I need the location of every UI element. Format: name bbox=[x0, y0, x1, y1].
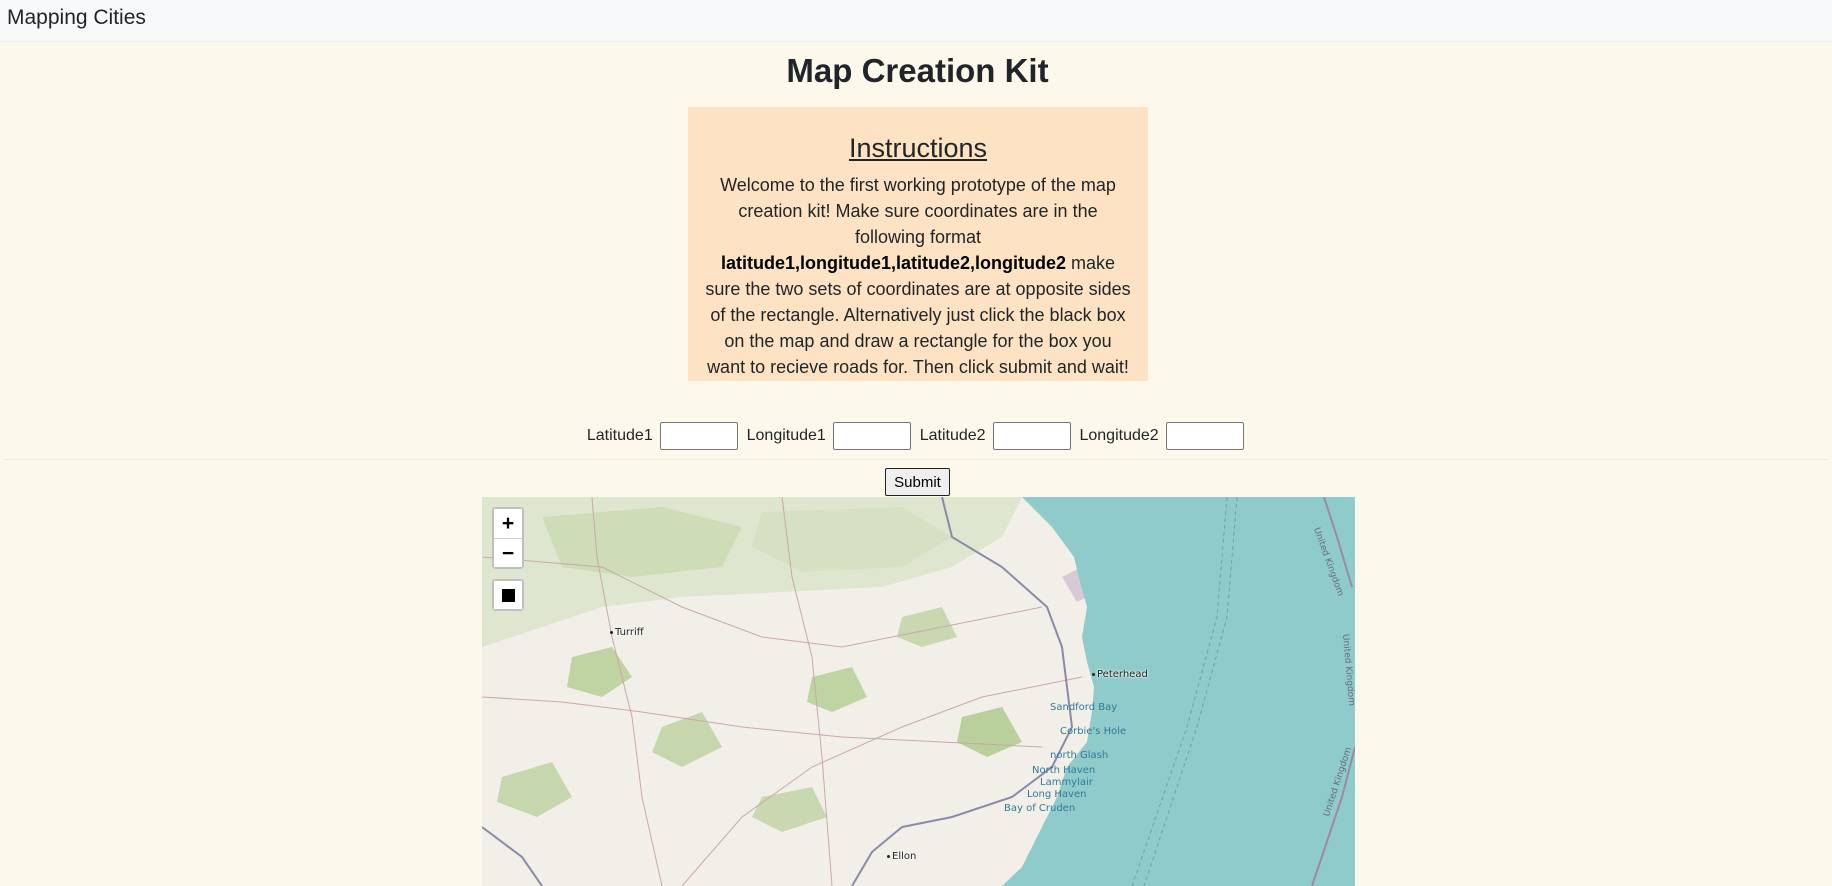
place-ellon: Ellon bbox=[887, 851, 916, 862]
latitude1-label: Latitude1 bbox=[586, 427, 653, 444]
draw-control bbox=[492, 579, 524, 611]
instructions-panel: Instructions Welcome to the first workin… bbox=[688, 107, 1148, 381]
latitude1-input[interactable] bbox=[660, 422, 739, 450]
zoom-control: + − bbox=[492, 507, 524, 569]
label-lammylair: Lammylair bbox=[1040, 777, 1093, 788]
place-turriff: Turriff bbox=[610, 627, 644, 638]
instructions-heading: Instructions bbox=[848, 133, 988, 163]
label-corbies-hole: Corbie's Hole bbox=[1060, 726, 1127, 737]
square-icon bbox=[501, 588, 515, 602]
coordinate-form: Latitude1 Longitude1 Latitude2 Longitude… bbox=[0, 422, 1832, 450]
longitude2-label: Longitude2 bbox=[1079, 427, 1159, 444]
submit-button[interactable]: Submit bbox=[885, 468, 950, 496]
zoom-out-button[interactable]: − bbox=[494, 538, 522, 567]
brand-link[interactable]: Mapping Cities bbox=[7, 6, 146, 30]
zoom-in-button[interactable]: + bbox=[494, 509, 522, 538]
divider bbox=[4, 459, 1828, 460]
label-sandford-bay: Sandford Bay bbox=[1050, 702, 1118, 713]
navbar: Mapping Cities bbox=[0, 0, 1832, 42]
map-view[interactable]: Turriff Peterhead Ellon Sandford Bay Cor… bbox=[482, 497, 1355, 886]
label-north-glash: north Glash bbox=[1050, 750, 1109, 761]
label-bay-of-cruden: Bay of Cruden bbox=[1004, 803, 1076, 814]
map-tiles bbox=[482, 497, 1355, 886]
place-peterhead: Peterhead bbox=[1092, 669, 1148, 680]
longitude2-input[interactable] bbox=[1166, 422, 1245, 450]
instructions-text: Welcome to the first working prototype o… bbox=[704, 172, 1132, 380]
coordinate-format: latitude1,longitude1,latitude2,longitude… bbox=[720, 253, 1066, 273]
latitude2-input[interactable] bbox=[993, 422, 1072, 450]
draw-rectangle-button[interactable] bbox=[494, 581, 522, 609]
label-north-haven: North Haven bbox=[1032, 765, 1096, 776]
longitude1-input[interactable] bbox=[833, 422, 912, 450]
label-long-haven: Long Haven bbox=[1027, 789, 1087, 800]
longitude1-label: Longitude1 bbox=[746, 427, 826, 444]
latitude2-label: Latitude2 bbox=[919, 427, 986, 444]
page-title: Map Creation Kit bbox=[786, 52, 1049, 89]
instructions-text-intro: Welcome to the first working prototype o… bbox=[720, 175, 1116, 247]
